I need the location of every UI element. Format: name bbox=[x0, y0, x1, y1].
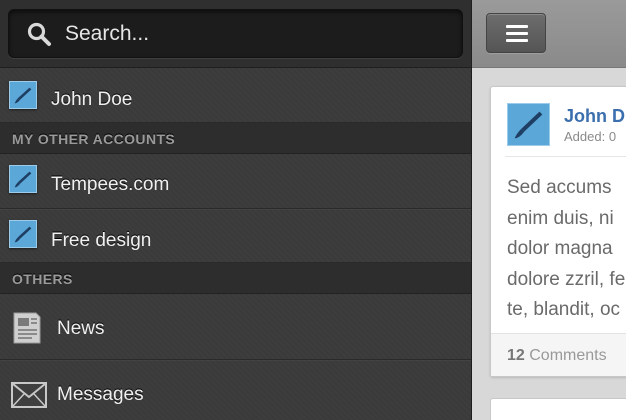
post-body-line: te, blandit, oc bbox=[507, 299, 621, 320]
search-box[interactable] bbox=[8, 9, 463, 58]
comments-label: Comments bbox=[529, 347, 607, 364]
sidebar-item-label: Free design bbox=[51, 230, 152, 251]
sidebar-item-john-doe[interactable]: John Doe bbox=[0, 68, 471, 123]
post-card: John D Added: 0 Sed accums enim duis, ni… bbox=[490, 86, 626, 377]
post-body-line: enim duis, ni bbox=[507, 207, 614, 229]
post-added-date: Added: 0 bbox=[564, 129, 617, 144]
menu-button[interactable] bbox=[486, 13, 546, 53]
post-comments-link[interactable]: 12 Comments bbox=[491, 333, 626, 376]
search-bar bbox=[0, 0, 471, 68]
newspaper-icon bbox=[13, 312, 41, 344]
sidebar-item-messages[interactable]: Messages bbox=[0, 360, 471, 420]
sidebar-item-tempees[interactable]: Tempees.com bbox=[0, 154, 471, 209]
section-header-others: OTHERS bbox=[0, 263, 471, 294]
brush-icon bbox=[514, 111, 543, 139]
envelope-icon bbox=[11, 382, 47, 408]
sidebar-item-label: Tempees.com bbox=[51, 174, 170, 195]
sidebar-item-label: Messages bbox=[57, 384, 144, 405]
search-input[interactable] bbox=[52, 10, 462, 57]
post-body-line: Sed accums bbox=[507, 177, 612, 198]
post-body-line: dolor magna bbox=[507, 238, 613, 259]
sidebar-item-label: News bbox=[57, 318, 105, 339]
sidebar: John Doe MY OTHER ACCOUNTS Tempees.com F… bbox=[0, 0, 472, 420]
comments-count: 12 bbox=[507, 347, 525, 364]
sidebar-item-free-design[interactable]: Free design bbox=[0, 209, 471, 263]
topbar bbox=[472, 0, 626, 68]
post-author-link[interactable]: John D bbox=[564, 106, 625, 127]
avatar bbox=[507, 103, 550, 146]
post-body-line: dolore zzril, fe bbox=[507, 268, 626, 290]
post-body: Sed accums enim duis, ni dolor magna dol… bbox=[491, 157, 626, 326]
section-header-other-accounts: MY OTHER ACCOUNTS bbox=[0, 123, 471, 154]
post-card-next bbox=[490, 398, 626, 420]
search-icon bbox=[27, 22, 51, 46]
post-header: John D Added: 0 bbox=[505, 87, 626, 157]
account-brush-icon bbox=[9, 220, 37, 248]
sidebar-item-label: John Doe bbox=[51, 89, 133, 110]
sidebar-item-news[interactable]: News bbox=[0, 294, 471, 360]
main-content: John D Added: 0 Sed accums enim duis, ni… bbox=[472, 0, 626, 420]
account-brush-icon bbox=[9, 81, 37, 109]
account-brush-icon bbox=[9, 165, 37, 193]
